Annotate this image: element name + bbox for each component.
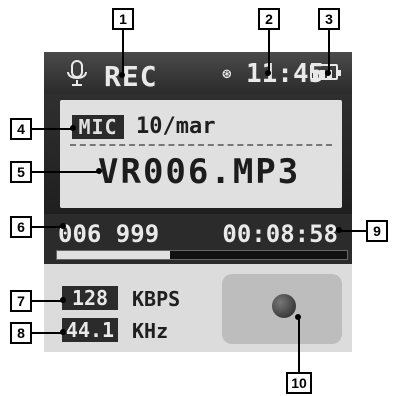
divider — [70, 144, 332, 146]
callout-1-line — [122, 30, 124, 76]
clock-icon: ⊛ — [222, 64, 232, 83]
bitrate-value: 128 — [62, 286, 118, 310]
battery-icon — [310, 64, 341, 80]
callout-4: 4 — [10, 118, 32, 140]
callout-7: 7 — [10, 290, 32, 312]
callout-10: 10 — [286, 372, 312, 394]
audio-info-panel: 128 KBPS 44.1 KHz — [44, 264, 352, 352]
callout-2: 2 — [258, 8, 280, 30]
callout-9: 9 — [366, 220, 388, 242]
source-badge: MIC — [72, 115, 124, 139]
callout-9-dot — [336, 227, 342, 233]
callout-8: 8 — [10, 322, 32, 344]
info-box: MIC 10/mar VR006.MP3 — [60, 100, 342, 208]
callout-6-dot — [60, 223, 66, 229]
callout-4-line — [32, 128, 72, 130]
callout-8-dot — [60, 329, 66, 335]
recording-filename: VR006.MP3 — [98, 152, 301, 192]
callout-7-dot — [60, 297, 66, 303]
callout-5: 5 — [10, 161, 32, 183]
callout-6: 6 — [10, 216, 32, 238]
callout-1: 1 — [112, 8, 134, 30]
callout-10-line — [298, 318, 300, 372]
callout-7-line — [32, 300, 62, 302]
callout-5-dot — [96, 168, 102, 174]
recording-counter: 006 999 — [58, 220, 160, 248]
callout-6-line — [32, 226, 62, 228]
top-status-bar: REC ⊛ 11:45 — [44, 52, 352, 94]
callout-5-line — [32, 171, 98, 173]
mode-text: REC — [104, 60, 158, 93]
recording-date: 10/mar — [136, 114, 216, 139]
record-icon — [272, 294, 296, 318]
progress-fill — [57, 251, 171, 259]
callout-10-dot — [295, 314, 301, 320]
elapsed-time: 00:08:58 — [222, 220, 338, 248]
mic-icon — [67, 60, 87, 86]
callout-3-dot — [325, 70, 331, 76]
callout-1-dot — [119, 72, 125, 78]
callout-4-dot — [70, 125, 76, 131]
sample-rate-unit: KHz — [132, 319, 169, 343]
callout-8-line — [32, 332, 62, 334]
callout-2-dot — [265, 70, 271, 76]
callout-2-line — [268, 30, 270, 74]
bitrate-unit: KBPS — [132, 287, 181, 311]
sample-rate-value: 44.1 — [62, 318, 118, 342]
callout-3-line — [328, 30, 330, 74]
callout-9-line — [340, 230, 366, 232]
callout-3: 3 — [318, 8, 340, 30]
progress-bar — [56, 250, 348, 260]
